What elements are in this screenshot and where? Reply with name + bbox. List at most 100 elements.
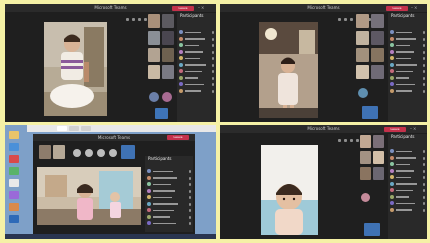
mic-icon (423, 169, 425, 173)
avatar-tile[interactable] (149, 92, 159, 102)
participants-panel: Participants (388, 134, 427, 239)
close-icon[interactable]: × (414, 5, 418, 10)
leave-button[interactable]: Leave (167, 135, 189, 140)
avatar-tile[interactable] (358, 88, 368, 98)
mic-icon (423, 208, 425, 212)
avatar (147, 169, 151, 173)
avatar-tile[interactable] (162, 92, 172, 102)
thumbnail[interactable] (371, 14, 384, 28)
chat-icon[interactable] (338, 139, 341, 142)
thumbnail[interactable] (148, 31, 160, 45)
browser-tab[interactable] (81, 126, 91, 131)
chat-icon[interactable] (338, 18, 341, 21)
window-controls: –× (410, 127, 417, 131)
mic-icon (212, 57, 214, 60)
people-icon[interactable] (132, 18, 135, 21)
mic-icon (423, 176, 425, 179)
desktop-icon[interactable] (9, 203, 19, 211)
main-video (259, 22, 318, 118)
thumbnail[interactable] (356, 31, 369, 45)
hand-icon[interactable] (138, 18, 141, 21)
participant-list (177, 29, 216, 94)
thumbnail[interactable] (356, 14, 369, 28)
thumbnail[interactable] (373, 135, 384, 148)
thumbnail[interactable] (121, 145, 135, 159)
thumbnail[interactable] (148, 14, 160, 28)
mic-icon[interactable] (85, 149, 93, 157)
thumbnail[interactable] (362, 106, 378, 119)
hand-icon[interactable] (350, 18, 353, 21)
close-icon[interactable]: × (413, 126, 417, 131)
avatar-tile[interactable] (361, 193, 370, 202)
desktop-screen: Microsoft Teams Leave Participants (5, 125, 216, 239)
leave-button[interactable]: Leave (386, 5, 408, 11)
desktop-icon[interactable] (9, 143, 19, 151)
participants-panel: Participants (388, 13, 427, 122)
thumbnail[interactable] (53, 145, 65, 159)
desktop-icon[interactable] (9, 155, 19, 163)
avatar (390, 175, 394, 179)
avatar (390, 162, 394, 166)
main-video (261, 145, 318, 235)
desktop-icon[interactable] (9, 215, 19, 223)
people-icon[interactable] (344, 18, 347, 21)
title-bar: Microsoft Teams Leave –× (220, 4, 427, 21)
mic-icon (423, 50, 425, 54)
avatar (390, 49, 394, 54)
thumbnail[interactable] (364, 223, 380, 236)
thumbnail[interactable] (162, 65, 174, 79)
mic-icon (423, 37, 425, 41)
mic-icon (212, 70, 214, 73)
mic-icon (189, 189, 191, 193)
desktop-icon[interactable] (9, 167, 19, 175)
thumbnail[interactable] (155, 108, 168, 119)
leave-button[interactable]: Leave (172, 5, 194, 11)
leave-button[interactable]: Leave (384, 126, 406, 132)
thumbnail[interactable] (162, 14, 174, 28)
desktop-icon[interactable] (9, 191, 19, 199)
mic-icon (212, 89, 214, 93)
thumbnail[interactable] (371, 31, 384, 45)
more-icon[interactable] (109, 149, 117, 157)
camera-icon[interactable] (73, 149, 81, 157)
avatar (147, 182, 151, 186)
avatar (179, 36, 183, 41)
people-icon[interactable] (344, 139, 347, 142)
desktop-icon[interactable] (9, 131, 19, 139)
mic-icon (189, 176, 191, 180)
thumbnail[interactable] (371, 48, 384, 62)
browser-tab[interactable] (57, 126, 67, 131)
thumbnail[interactable] (356, 65, 369, 79)
desktop-icon[interactable] (9, 179, 19, 187)
thumbnail[interactable] (356, 48, 369, 62)
chat-icon[interactable] (126, 18, 129, 21)
thumbnail[interactable] (162, 48, 174, 62)
participant-row[interactable] (145, 220, 193, 227)
participant-row[interactable] (177, 88, 216, 95)
mic-icon (423, 31, 425, 34)
participant-row[interactable] (388, 88, 427, 95)
thumbnail[interactable] (360, 167, 371, 180)
thumbnail[interactable] (162, 31, 174, 45)
thumbnail[interactable] (373, 151, 384, 164)
thumbnail[interactable] (360, 135, 371, 148)
avatar (179, 30, 183, 34)
thumbnail[interactable] (373, 167, 384, 180)
avatar (390, 194, 394, 199)
avatar (179, 82, 183, 86)
browser-tab[interactable] (69, 126, 79, 131)
video-thumbnails (146, 14, 176, 119)
thumbnail[interactable] (39, 145, 51, 159)
mic-icon (189, 196, 191, 199)
share-icon[interactable] (97, 149, 105, 157)
avatar (179, 62, 183, 67)
close-icon[interactable]: × (201, 5, 205, 10)
thumbnail[interactable] (371, 65, 384, 79)
avatar (147, 195, 151, 199)
avatar (179, 56, 183, 60)
thumbnail[interactable] (148, 48, 160, 62)
hand-icon[interactable] (350, 139, 353, 142)
thumbnail[interactable] (360, 151, 371, 164)
participant-row[interactable] (388, 207, 427, 214)
thumbnail[interactable] (148, 65, 160, 79)
